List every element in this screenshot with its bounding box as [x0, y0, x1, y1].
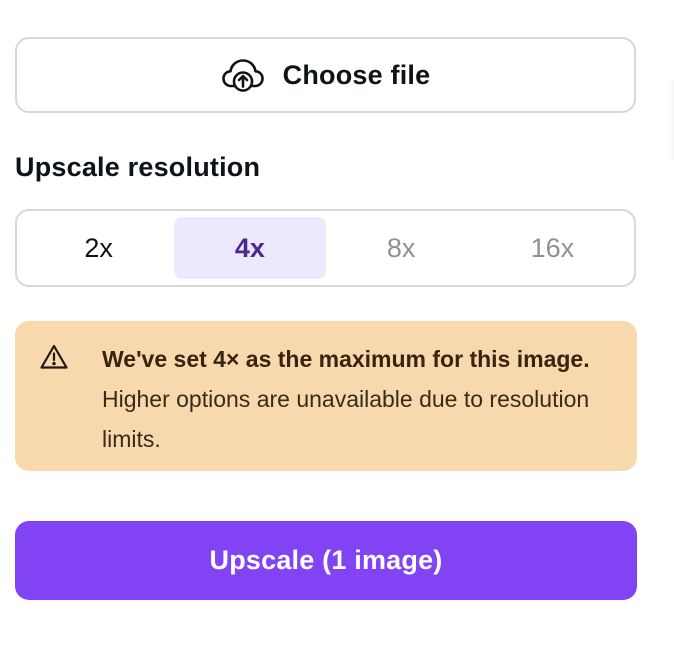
upscale-panel: Choose file Upscale resolution 2x 4x 8x …	[0, 0, 674, 646]
resolution-title: Upscale resolution	[15, 152, 261, 182]
resolution-option-4x[interactable]: 4x	[174, 217, 326, 279]
choose-file-label: Choose file	[282, 59, 431, 90]
notice-headline: We've set 4× as the maximum for this ima…	[102, 346, 590, 372]
edge-shadow	[668, 80, 674, 160]
resolution-option-8x: 8x	[386, 232, 416, 263]
upscale-button[interactable]: Upscale (1 image)	[15, 521, 637, 600]
choose-file-button[interactable]: Choose file	[15, 37, 636, 113]
notice-text: We've set 4× as the maximum for this ima…	[102, 339, 627, 459]
notice-body: Higher options are unavailable due to re…	[102, 386, 590, 452]
resolution-limit-notice: We've set 4× as the maximum for this ima…	[15, 321, 637, 471]
resolution-selector: 2x 4x 8x 16x	[15, 209, 636, 287]
cloud-upload-icon	[221, 57, 265, 93]
resolution-option-2x[interactable]: 2x	[23, 217, 174, 279]
resolution-option-16x: 16x	[530, 232, 575, 263]
warning-icon	[39, 343, 69, 371]
